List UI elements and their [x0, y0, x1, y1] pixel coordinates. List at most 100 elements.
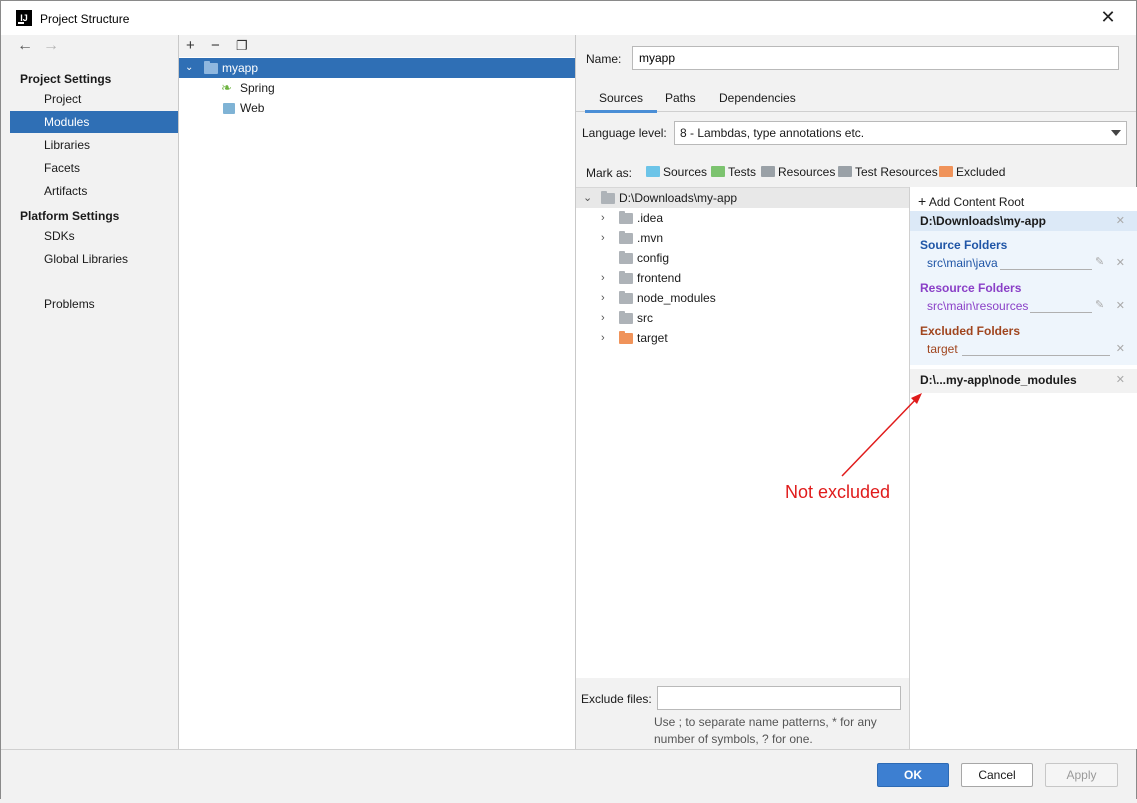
facet-row-spring[interactable]: ❧ Spring [179, 78, 575, 98]
intellij-app-icon: IJ [16, 10, 32, 26]
cancel-button[interactable]: Cancel [961, 763, 1033, 787]
excluded-path-underline [962, 355, 1110, 356]
folder-icon [619, 291, 633, 304]
spring-leaf-icon: ❧ [221, 80, 232, 95]
sidebar-item-global-libraries[interactable]: Global Libraries [10, 248, 178, 270]
mark-as-excluded[interactable]: Excluded [939, 165, 1005, 179]
mark-as-tests[interactable]: Tests [711, 165, 756, 179]
tree-row-node-modules[interactable]: › node_modules [576, 288, 909, 308]
exclude-files-label: Exclude files: [581, 692, 652, 706]
excluded-folders-title: Excluded Folders [920, 324, 1021, 338]
chevron-right-icon[interactable]: › [601, 288, 605, 308]
mark-as-test-resources[interactable]: Test Resources [838, 165, 938, 179]
add-icon[interactable]: + [186, 37, 195, 54]
sidebar-item-sdks[interactable]: SDKs [10, 225, 178, 247]
forward-arrow-icon[interactable]: → [43, 37, 59, 55]
add-content-root-button[interactable]: + Add Content Root [918, 193, 1024, 209]
tree-row-frontend[interactable]: › frontend [576, 268, 909, 288]
content-root-box-2: D:\...my-app\node_modules ✕ [910, 369, 1137, 393]
sources-folder-icon [646, 166, 660, 177]
remove-resource-icon[interactable]: ✕ [1116, 299, 1125, 312]
edit-pencil-icon[interactable]: ✎ [1095, 255, 1104, 268]
sidebar-item-facets[interactable]: Facets [10, 157, 178, 179]
dialog-button-bar: OK Cancel Apply [1, 749, 1136, 799]
module-name-input[interactable] [632, 46, 1119, 70]
source-folder-path: src\main\java [927, 256, 998, 270]
chevron-right-icon[interactable]: › [601, 228, 605, 248]
copy-icon[interactable]: ❐ [236, 38, 248, 54]
tests-folder-icon [711, 166, 725, 177]
remove-source-icon[interactable]: ✕ [1116, 256, 1125, 269]
content-root-path-2: D:\...my-app\node_modules [920, 373, 1077, 387]
mark-as-resources[interactable]: Resources [761, 165, 835, 179]
sidebar-item-libraries[interactable]: Libraries [10, 134, 178, 156]
tree-row-src[interactable]: › src [576, 308, 909, 328]
facet-row-web[interactable]: Web [179, 98, 575, 118]
remove-root-icon[interactable]: ✕ [1116, 214, 1125, 227]
chevron-right-icon[interactable]: › [601, 328, 605, 348]
sidebar-item-project[interactable]: Project [10, 88, 178, 110]
settings-sidebar: ← → Project Settings Project Modules Lib… [10, 35, 178, 749]
tree-row-idea[interactable]: › .idea [576, 208, 909, 228]
mark-as-sources[interactable]: Sources [646, 165, 707, 179]
exclude-files-input[interactable] [657, 686, 901, 710]
tree-row-mvn[interactable]: › .mvn [576, 228, 909, 248]
sidebar-item-modules[interactable]: Modules [10, 111, 178, 133]
close-icon[interactable]: ✕ [1099, 8, 1117, 26]
exclude-hint-line2: number of symbols, ? for one. [654, 732, 813, 746]
tree-row-label: node_modules [637, 291, 716, 305]
add-content-root-label: Add Content Root [928, 195, 1025, 209]
folder-icon [601, 191, 615, 204]
not-excluded-annotation: Not excluded [785, 482, 891, 502]
tab-sources[interactable]: Sources [584, 91, 658, 113]
mark-as-tests-label: Tests [728, 165, 757, 179]
tree-row-target[interactable]: › target [576, 328, 909, 348]
mark-as-resources-label: Resources [778, 165, 836, 179]
plus-icon: + [918, 193, 927, 209]
sidebar-item-artifacts[interactable]: Artifacts [10, 180, 178, 202]
ok-button[interactable]: OK [877, 763, 949, 787]
folder-icon [619, 271, 633, 284]
language-level-label: Language level: [582, 126, 667, 140]
mark-as-sources-label: Sources [663, 165, 708, 179]
edit-pencil-icon[interactable]: ✎ [1095, 298, 1104, 311]
content-root-label: D:\Downloads\my-app [619, 191, 738, 205]
source-path-underline [1000, 269, 1092, 270]
dropdown-caret-icon [1111, 130, 1121, 136]
module-label: myapp [222, 61, 259, 75]
folder-icon [619, 211, 633, 224]
folder-icon [619, 311, 633, 324]
tree-row-label: src [637, 311, 653, 325]
tree-row-config[interactable]: config [576, 248, 909, 268]
chevron-right-icon[interactable]: › [601, 208, 605, 228]
chevron-down-icon[interactable]: ⌄ [185, 58, 193, 78]
excluded-folder-path: target [927, 342, 958, 356]
mark-as-test-resources-label: Test Resources [855, 165, 938, 179]
chevron-down-icon[interactable]: ⌄ [583, 188, 592, 208]
language-level-select[interactable]: 8 - Lambdas, type annotations etc. [674, 121, 1127, 145]
content-root-path: D:\Downloads\my-app [920, 214, 1047, 228]
back-arrow-icon[interactable]: ← [17, 37, 33, 55]
facet-label: Web [240, 101, 265, 115]
language-level-value: 8 - Lambdas, type annotations etc. [680, 126, 865, 140]
remove-icon[interactable]: − [211, 37, 220, 54]
content-root-row[interactable]: ⌄ D:\Downloads\my-app [576, 188, 909, 208]
project-settings-heading: Project Settings [20, 72, 112, 86]
remove-excluded-icon[interactable]: ✕ [1116, 342, 1125, 355]
mark-as-label: Mark as: [586, 166, 633, 180]
tree-row-label: target [637, 331, 668, 345]
facet-label: Spring [240, 81, 275, 95]
tree-row-label: config [637, 251, 670, 265]
content-root-box: D:\Downloads\my-app ✕ Source Folders src… [910, 211, 1137, 365]
module-row-myapp[interactable]: ⌄ myapp [179, 58, 575, 78]
apply-button[interactable]: Apply [1045, 763, 1118, 787]
tab-paths[interactable]: Paths [665, 91, 696, 105]
chevron-right-icon[interactable]: › [601, 268, 605, 288]
tab-dependencies[interactable]: Dependencies [719, 91, 796, 105]
sidebar-item-problems[interactable]: Problems [10, 293, 178, 315]
excluded-folder-icon [939, 166, 953, 177]
exclude-hint-line1: Use ; to separate name patterns, * for a… [654, 715, 877, 729]
chevron-right-icon[interactable]: › [601, 308, 605, 328]
test-resources-folder-icon [838, 166, 852, 177]
remove-root-2-icon[interactable]: ✕ [1116, 373, 1125, 386]
